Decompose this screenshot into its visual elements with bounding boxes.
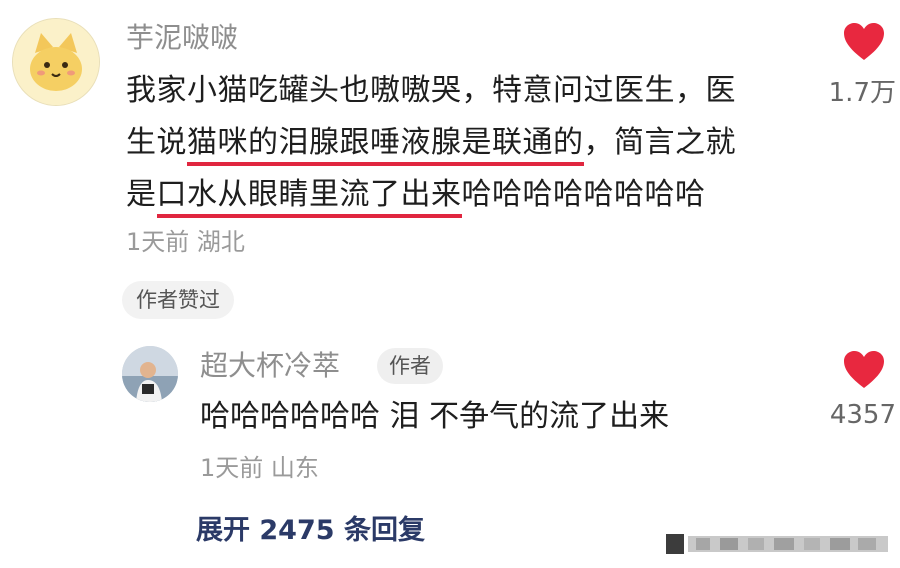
comment-text-segment: ，简言之就	[583, 125, 736, 160]
reply-text: 哈哈哈哈哈哈 泪 不争气的流了出来	[200, 399, 670, 434]
watermark	[666, 526, 888, 560]
comment-text-line-2: 生说猫咪的泪腺跟唾液腺是联通的，简言之就	[126, 122, 736, 166]
comment-like-button[interactable]	[842, 22, 886, 66]
commenter-username[interactable]: 芋泥啵啵	[126, 18, 238, 58]
comment-text-segment: 哈哈哈哈哈哈哈哈	[461, 177, 706, 212]
highlighted-text: 猫咪的泪腺跟唾液腺是联通的	[187, 125, 584, 166]
reply-meta: 1天前 山东	[200, 452, 319, 484]
comment-text-line-3: 是口水从眼睛里流了出来哈哈哈哈哈哈哈哈	[126, 174, 706, 218]
comment-text-line-1: 我家小猫吃罐头也嗷嗷哭，特意问过医生，医	[126, 73, 736, 108]
heart-icon	[844, 23, 884, 60]
comment-meta: 1天前 湖北	[126, 226, 245, 258]
reply-like-count: 4357	[829, 400, 896, 430]
commenter-avatar[interactable]	[12, 18, 100, 106]
author-tag: 作者	[377, 348, 443, 384]
comment-location: 湖北	[196, 228, 245, 256]
highlighted-text: 口水从眼睛里流了出来	[156, 177, 462, 218]
reply-time: 1天前	[200, 454, 264, 482]
heart-icon	[844, 351, 884, 388]
expand-replies-button[interactable]: 展开 2475 条回复	[196, 512, 425, 550]
reply-like-button[interactable]	[842, 350, 886, 394]
comment-like-count: 1.7万	[828, 78, 896, 108]
comment-text-segment: 生说	[126, 125, 187, 160]
comment-time: 1天前	[126, 228, 190, 256]
comment-text-segment: 是	[126, 177, 157, 212]
reply-username[interactable]: 超大杯冷萃	[200, 346, 340, 386]
reply-location: 山东	[270, 454, 319, 482]
reply-avatar[interactable]	[122, 346, 178, 402]
author-liked-badge: 作者赞过	[122, 281, 234, 319]
